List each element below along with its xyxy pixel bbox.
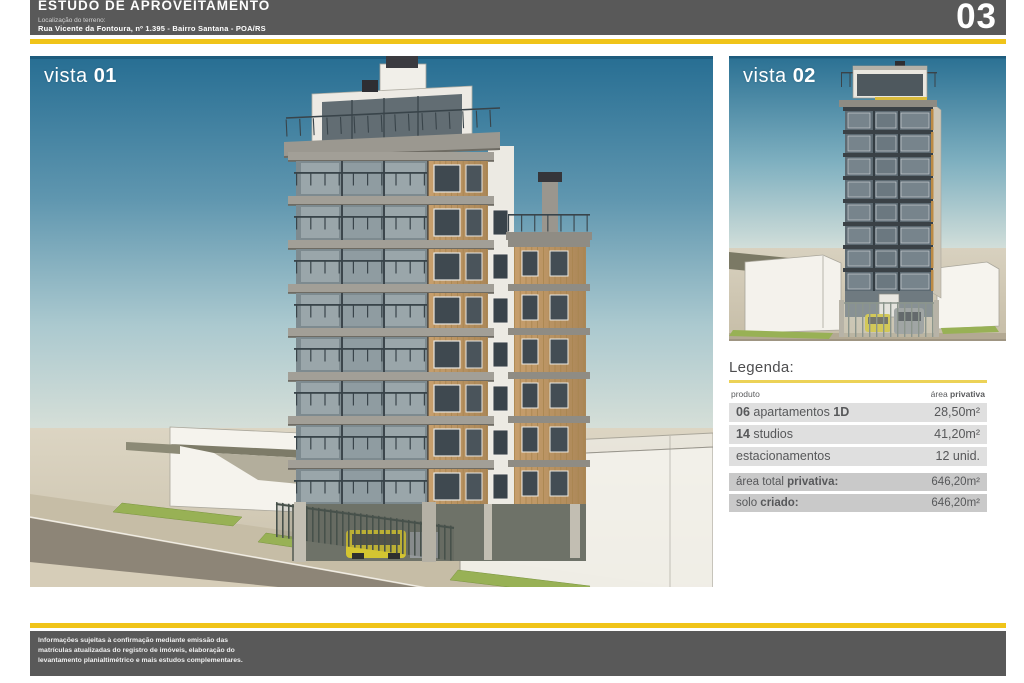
gate-and-cars: [839, 300, 939, 337]
legend-column-headers: produto área privativa: [729, 388, 987, 403]
legend-row-value: 12 unid.: [936, 449, 980, 463]
sheet-page: ESTUDO DE APROVEITAMENTO Localização do …: [0, 0, 1024, 683]
legend-title: Legenda:: [729, 359, 987, 376]
vista-01-label: vista 01: [44, 65, 117, 88]
legend-row-value: 41,20m²: [934, 427, 980, 441]
vista-02-panel: vista 02: [729, 56, 1006, 341]
legend-total-value: 646,20m²: [931, 476, 980, 488]
page-number: 03: [956, 0, 997, 37]
footer-disclaimer: Informações sujeitas à confirmação media…: [30, 631, 252, 666]
legend-panel: Legenda: produto área privativa 06 apart…: [729, 359, 987, 515]
legend-row-estacionamentos: estacionamentos 12 unid.: [729, 447, 987, 466]
legend-row-label: estacionamentos: [736, 449, 831, 463]
vista-02-render: [729, 56, 1006, 341]
legend-totals: área total privativa: 646,20m² solo cria…: [729, 473, 987, 512]
legend-col-product: produto: [731, 389, 760, 399]
legend-row-label: 06 apartamentos 1D: [736, 405, 849, 419]
legend-row-label: 14 studios: [736, 427, 793, 441]
legend-total-solo-criado: solo criado: 646,20m²: [729, 494, 987, 512]
legend-row-studios: 14 studios 41,20m²: [729, 425, 987, 444]
legend-total-label: solo criado:: [736, 497, 799, 509]
legend-row-apartamentos: 06 apartamentos 1D 28,50m²: [729, 403, 987, 422]
vista-01-render: [30, 56, 713, 587]
vista-01-panel: vista 01: [30, 56, 713, 587]
location-value: Rua Vicente da Fontoura, nº 1.395 - Bair…: [38, 24, 998, 33]
legend-total-label: área total privativa:: [736, 476, 838, 488]
page-title: ESTUDO DE APROVEITAMENTO: [38, 0, 998, 14]
legend-col-area: área privativa: [931, 389, 985, 399]
accent-bar-top: [30, 39, 1006, 44]
page-footer: Informações sujeitas à confirmação media…: [30, 631, 1006, 676]
legend-row-value: 28,50m²: [934, 405, 980, 419]
location-label: Localização do terreno:: [38, 17, 998, 24]
legend-total-value: 646,20m²: [931, 497, 980, 509]
legend-total-area-privativa: área total privativa: 646,20m²: [729, 473, 987, 491]
accent-bar-bottom: [30, 623, 1006, 628]
page-header: ESTUDO DE APROVEITAMENTO Localização do …: [30, 0, 1006, 35]
legend-underline: [729, 380, 987, 383]
vista-02-label: vista 02: [743, 65, 816, 88]
